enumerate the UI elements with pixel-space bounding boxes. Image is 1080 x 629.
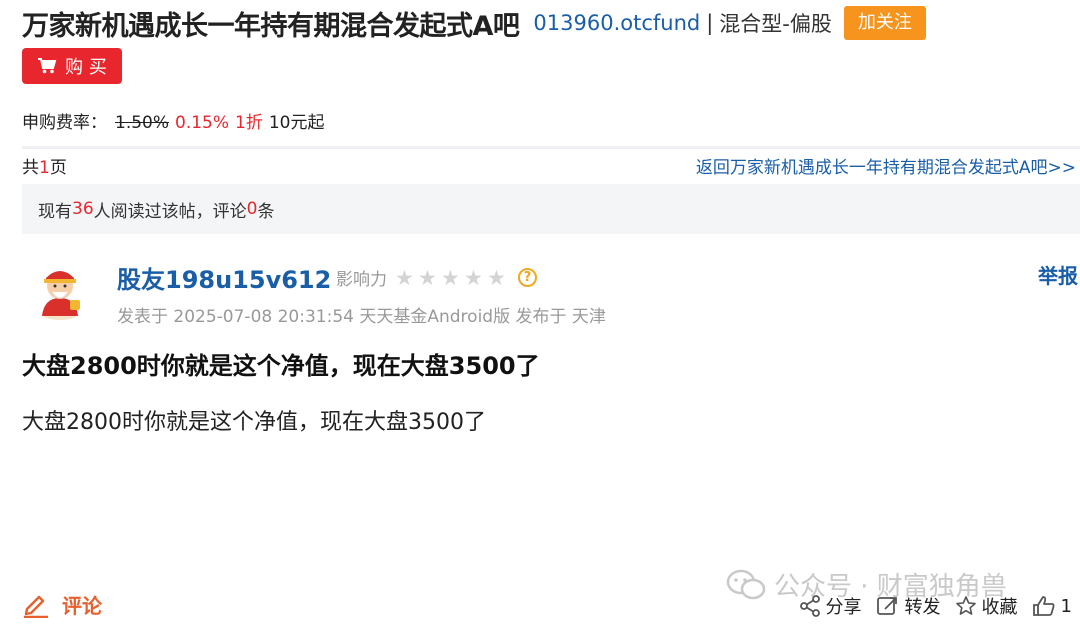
pagination-row: 共1页 返回万家新机遇成长一年持有期混合发起式A吧>>: [22, 153, 1076, 178]
share-label: 分享: [825, 597, 862, 618]
discount-fee-rate: 0.15%: [175, 113, 230, 133]
post-body: 大盘2800时你就是这个净值，现在大盘3500了: [22, 410, 486, 435]
comment-count: 0: [246, 199, 258, 219]
header-separator: |: [706, 11, 714, 35]
favorite-button[interactable]: 收藏: [955, 593, 1018, 619]
forward-button[interactable]: 转发: [876, 593, 941, 619]
star-icon: ★: [441, 265, 460, 290]
star-icon: ★: [395, 265, 414, 290]
comment-label: 评论: [62, 594, 102, 618]
read-info-bar: 现有 36 人阅读过该帖，评论 0 条: [22, 184, 1080, 234]
fee-label: 申购费率：: [22, 113, 107, 133]
help-icon[interactable]: ?: [518, 268, 537, 287]
buy-button[interactable]: 购 买: [22, 48, 122, 84]
star-icon: ★: [464, 265, 483, 290]
fee-rate-row: 申购费率： 1.50% 0.15% 1折 10元起: [22, 108, 325, 133]
star-icon: ★: [418, 265, 437, 290]
share-button[interactable]: 分享: [799, 593, 862, 619]
minimum-amount: 10元起: [268, 113, 325, 133]
report-button[interactable]: 举报: [1038, 260, 1078, 289]
post-title: 大盘2800时你就是这个净值，现在大盘3500了: [22, 352, 540, 380]
influence-label: 影响力: [336, 270, 387, 290]
cart-icon: [38, 58, 57, 74]
buy-label: 购 买: [65, 57, 107, 78]
pencil-icon: [24, 595, 48, 618]
original-fee-rate: 1.50%: [115, 113, 170, 133]
like-button[interactable]: 1: [1032, 595, 1072, 617]
share-icon: [799, 595, 820, 617]
post-actions: 分享 转发 收藏 1: [785, 593, 1072, 619]
bar-header: 万家新机遇成长一年持有期混合发起式A吧 013960.otcfund | 混合型…: [22, 4, 1070, 42]
author-name[interactable]: 股友198u15v612: [117, 260, 331, 295]
follow-button[interactable]: 加关注: [843, 6, 926, 40]
post-meta: 发表于 2025-07-08 20:31:54 天天基金Android版 发布于…: [117, 307, 606, 327]
wechat-icon: [726, 569, 766, 599]
influence-rating: 影响力 ★ ★ ★ ★ ★ ?: [336, 265, 537, 290]
avatar[interactable]: [30, 260, 90, 320]
reader-count: 36: [72, 199, 94, 219]
forward-label: 转发: [904, 597, 941, 618]
influence-stars: ★ ★ ★ ★ ★: [395, 265, 510, 290]
favorite-label: 收藏: [981, 597, 1018, 618]
back-to-bar-link[interactable]: 返回万家新机遇成长一年持有期混合发起式A吧>>: [696, 153, 1076, 178]
star-icon: ★: [487, 265, 506, 290]
forward-icon: [876, 597, 897, 615]
thumbs-up-icon: [1032, 596, 1055, 616]
bar-title[interactable]: 万家新机遇成长一年持有期混合发起式A吧: [22, 4, 520, 43]
star-outline-icon: [955, 596, 976, 615]
discount-label: 1折: [235, 113, 263, 133]
comment-button[interactable]: 评论: [22, 590, 102, 619]
fund-type: 混合型-偏股: [719, 12, 832, 36]
divider: [22, 146, 1080, 149]
page-count: 共1页: [22, 157, 67, 178]
fund-code-link[interactable]: 013960.otcfund: [533, 11, 700, 35]
like-count: 1: [1060, 595, 1072, 617]
